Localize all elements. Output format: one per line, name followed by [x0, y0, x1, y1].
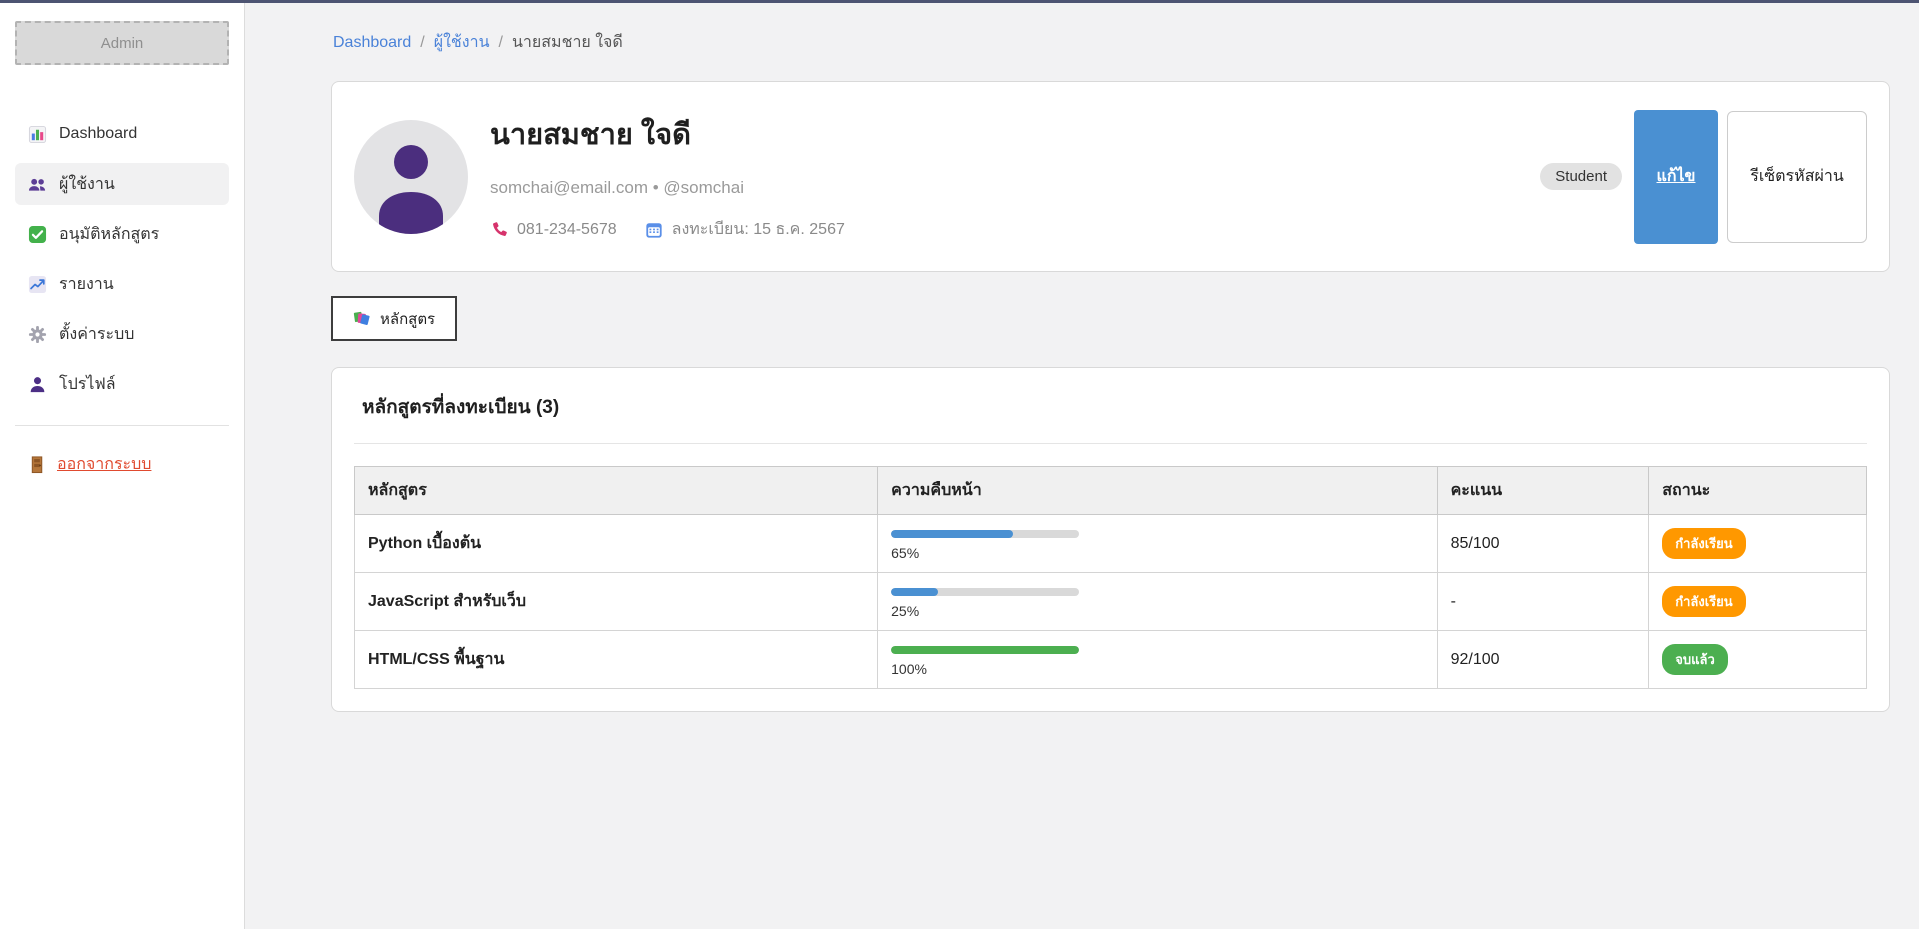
- sidebar-item-settings[interactable]: ตั้งค่าระบบ: [15, 313, 229, 355]
- users-icon: [28, 175, 47, 194]
- status-badge: กำลังเรียน: [1662, 586, 1745, 617]
- profile-registered-value: ลงทะเบียน: 15 ธ.ค. 2567: [672, 217, 845, 242]
- progress-bar: [891, 588, 1079, 596]
- sidebar-item-label: ผู้ใช้งาน: [59, 172, 115, 197]
- edit-button[interactable]: แก้ไข: [1634, 110, 1718, 244]
- tab-courses-label: หลักสูตร: [380, 307, 435, 331]
- sidebar-item-label: ตั้งค่าระบบ: [59, 322, 134, 347]
- header-progress: ความคืบหน้า: [878, 467, 1437, 515]
- profile-email: somchai@email.com • @somchai: [490, 178, 1540, 198]
- sidebar-divider: [15, 425, 229, 426]
- status-badge: จบแล้ว: [1662, 644, 1728, 675]
- courses-table: หลักสูตร ความคืบหน้า คะแนน สถานะ Python …: [354, 466, 1867, 689]
- books-icon: [353, 310, 371, 328]
- brand-logo-placeholder: Admin: [15, 21, 229, 65]
- progress-bar-fill: [891, 646, 1079, 654]
- table-row: Python เบื้องต้น 65% 85/100 กำลังเรียน: [355, 515, 1867, 573]
- progress-label: 65%: [891, 545, 1423, 561]
- score-value: 85/100: [1451, 535, 1500, 552]
- breadcrumb-separator: /: [499, 34, 503, 52]
- profile-registered: ลงทะเบียน: 15 ธ.ค. 2567: [645, 217, 845, 242]
- reset-password-button[interactable]: รีเซ็ตรหัสผ่าน: [1727, 111, 1867, 243]
- logout-label: ออกจากระบบ: [57, 452, 151, 477]
- profile-phone: 081-234-5678: [490, 221, 617, 239]
- sidebar-item-users[interactable]: ผู้ใช้งาน: [15, 163, 229, 205]
- enrolled-courses-title: หลักสูตรที่ลงทะเบียน (3): [362, 392, 1867, 422]
- person-icon: [28, 375, 47, 394]
- door-icon: [28, 455, 47, 474]
- profile-meta: 081-234-5678 ลงทะเบียน: 15 ธ.ค. 2567: [490, 217, 1540, 242]
- title-divider: [354, 443, 1867, 444]
- progress-bar-fill: [891, 588, 938, 596]
- sidebar-item-label: โปรไฟล์: [59, 372, 116, 397]
- profile-name: นายสมชาย ใจดี: [490, 111, 1540, 157]
- app-layout: Admin Dashboard ผู้ใช้งาน อนุมัติหลักสูต…: [0, 3, 1919, 929]
- progress-bar: [891, 646, 1079, 654]
- report-chart-icon: [28, 275, 47, 294]
- sidebar-item-profile[interactable]: โปรไฟล์: [15, 363, 229, 405]
- breadcrumb-separator: /: [420, 34, 424, 52]
- profile-info: นายสมชาย ใจดี somchai@email.com • @somch…: [490, 111, 1540, 242]
- sidebar: Admin Dashboard ผู้ใช้งาน อนุมัติหลักสูต…: [0, 3, 245, 929]
- bar-chart-icon: [28, 125, 47, 144]
- sidebar-nav: Dashboard ผู้ใช้งาน อนุมัติหลักสูตร รายง…: [15, 113, 229, 405]
- header-status: สถานะ: [1649, 467, 1867, 515]
- sidebar-item-reports[interactable]: รายงาน: [15, 263, 229, 305]
- score-value: -: [1451, 593, 1456, 610]
- role-badge: Student: [1540, 163, 1622, 190]
- header-course: หลักสูตร: [355, 467, 878, 515]
- sidebar-item-label: Dashboard: [59, 125, 137, 143]
- progress-label: 25%: [891, 603, 1423, 619]
- phone-icon: [490, 221, 508, 239]
- progress-bar: [891, 530, 1079, 538]
- status-badge: กำลังเรียน: [1662, 528, 1745, 559]
- sidebar-item-label: อนุมัติหลักสูตร: [59, 222, 159, 247]
- gear-icon: [28, 325, 47, 344]
- enrolled-courses-card: หลักสูตรที่ลงทะเบียน (3) หลักสูตร ความคื…: [331, 367, 1890, 712]
- course-name: HTML/CSS พื้นฐาน: [368, 651, 504, 668]
- progress-bar-fill: [891, 530, 1013, 538]
- breadcrumb-current: นายสมชาย ใจดี: [512, 30, 623, 55]
- brand-label: Admin: [101, 35, 144, 52]
- avatar: [354, 120, 468, 234]
- progress-label: 100%: [891, 661, 1423, 677]
- profile-actions: Student แก้ไข รีเซ็ตรหัสผ่าน: [1540, 110, 1867, 244]
- sidebar-item-approve-courses[interactable]: อนุมัติหลักสูตร: [15, 213, 229, 255]
- breadcrumb-link-dashboard[interactable]: Dashboard: [333, 34, 411, 52]
- table-header-row: หลักสูตร ความคืบหน้า คะแนน สถานะ: [355, 467, 1867, 515]
- sidebar-item-dashboard[interactable]: Dashboard: [15, 113, 229, 155]
- header-score: คะแนน: [1437, 467, 1649, 515]
- score-value: 92/100: [1451, 651, 1500, 668]
- approve-check-icon: [28, 225, 47, 244]
- main-content: Dashboard / ผู้ใช้งาน / นายสมชาย ใจดี นา…: [245, 3, 1919, 929]
- breadcrumb: Dashboard / ผู้ใช้งาน / นายสมชาย ใจดี: [333, 30, 1890, 55]
- course-name: JavaScript สำหรับเว็บ: [368, 593, 526, 610]
- sidebar-item-label: รายงาน: [59, 272, 114, 297]
- tab-bar: หลักสูตร: [331, 296, 1890, 341]
- table-row: JavaScript สำหรับเว็บ 25% - กำลังเรียน: [355, 573, 1867, 631]
- table-row: HTML/CSS พื้นฐาน 100% 92/100 จบแล้ว: [355, 631, 1867, 689]
- logout-link[interactable]: ออกจากระบบ: [15, 452, 229, 477]
- breadcrumb-link-users[interactable]: ผู้ใช้งาน: [434, 30, 490, 55]
- calendar-icon: [645, 221, 663, 239]
- tab-courses[interactable]: หลักสูตร: [331, 296, 457, 341]
- course-name: Python เบื้องต้น: [368, 535, 481, 552]
- profile-phone-value: 081-234-5678: [517, 221, 617, 239]
- profile-card: นายสมชาย ใจดี somchai@email.com • @somch…: [331, 81, 1890, 272]
